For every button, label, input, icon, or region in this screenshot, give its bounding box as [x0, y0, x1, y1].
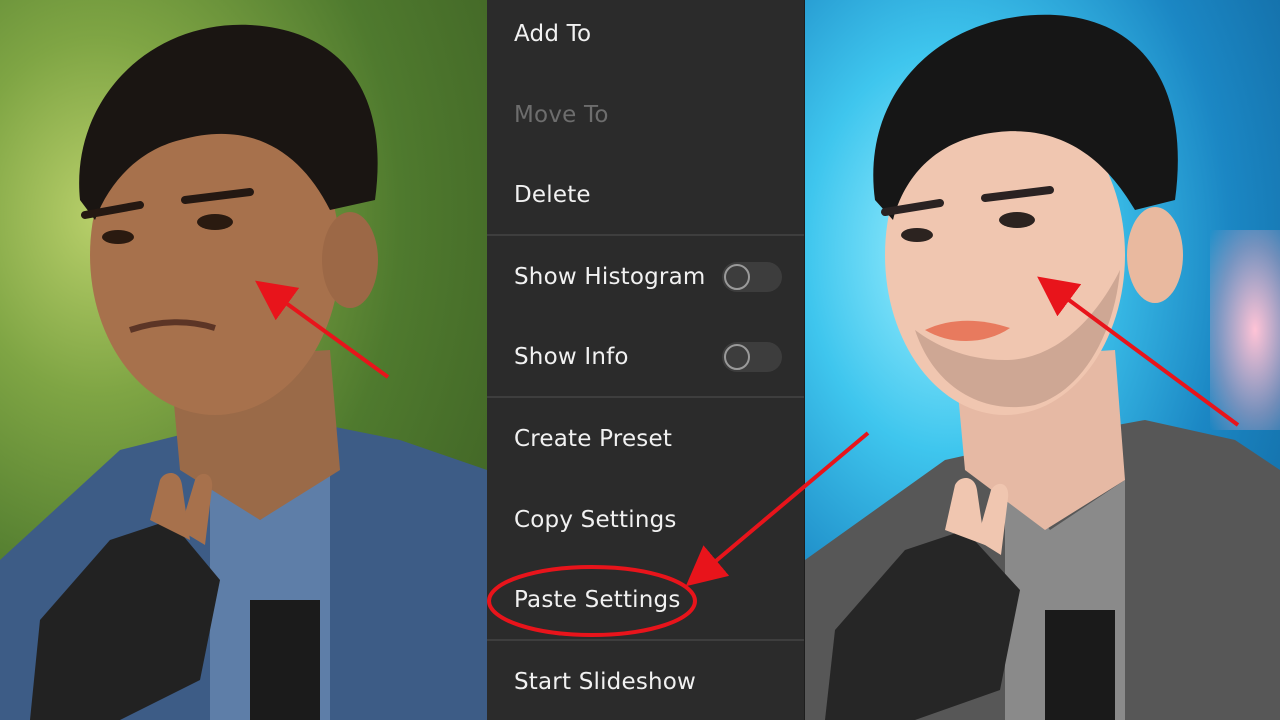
- after-portrait-illustration: [805, 14, 1280, 720]
- menu-item-label: Paste Settings: [514, 587, 681, 613]
- menu-item-show-info[interactable]: Show Info: [487, 327, 804, 387]
- before-photo: [0, 0, 487, 720]
- after-photo: [805, 0, 1280, 720]
- menu-item-label: Create Preset: [514, 426, 673, 452]
- menu-item-label: Delete: [514, 182, 591, 208]
- menu-item-label: Move To: [514, 102, 609, 128]
- menu-item-label: Copy Settings: [514, 507, 677, 533]
- menu-divider: [487, 396, 804, 398]
- show-histogram-toggle[interactable]: [722, 262, 782, 292]
- menu-item-label: Show Info: [514, 344, 629, 370]
- menu-item-label: Add To: [514, 21, 592, 47]
- menu-item-label: Show Histogram: [514, 264, 706, 290]
- context-menu: Add To Move To Delete Show Histogram Sho…: [487, 0, 804, 720]
- show-info-toggle[interactable]: [722, 342, 782, 372]
- menu-item-add-to[interactable]: Add To: [487, 4, 804, 64]
- menu-divider: [487, 639, 804, 641]
- toggle-knob: [724, 264, 750, 290]
- menu-item-paste-settings[interactable]: Paste Settings: [487, 570, 804, 630]
- menu-item-start-slideshow[interactable]: Start Slideshow: [487, 652, 804, 712]
- menu-item-copy-settings[interactable]: Copy Settings: [487, 490, 804, 550]
- before-portrait-illustration: [0, 24, 487, 720]
- menu-item-create-preset[interactable]: Create Preset: [487, 409, 804, 469]
- menu-item-move-to: Move To: [487, 85, 804, 145]
- menu-item-show-histogram[interactable]: Show Histogram: [487, 247, 804, 307]
- menu-divider: [487, 234, 804, 236]
- menu-item-delete[interactable]: Delete: [487, 165, 804, 225]
- menu-item-label: Start Slideshow: [514, 669, 697, 695]
- toggle-knob: [724, 344, 750, 370]
